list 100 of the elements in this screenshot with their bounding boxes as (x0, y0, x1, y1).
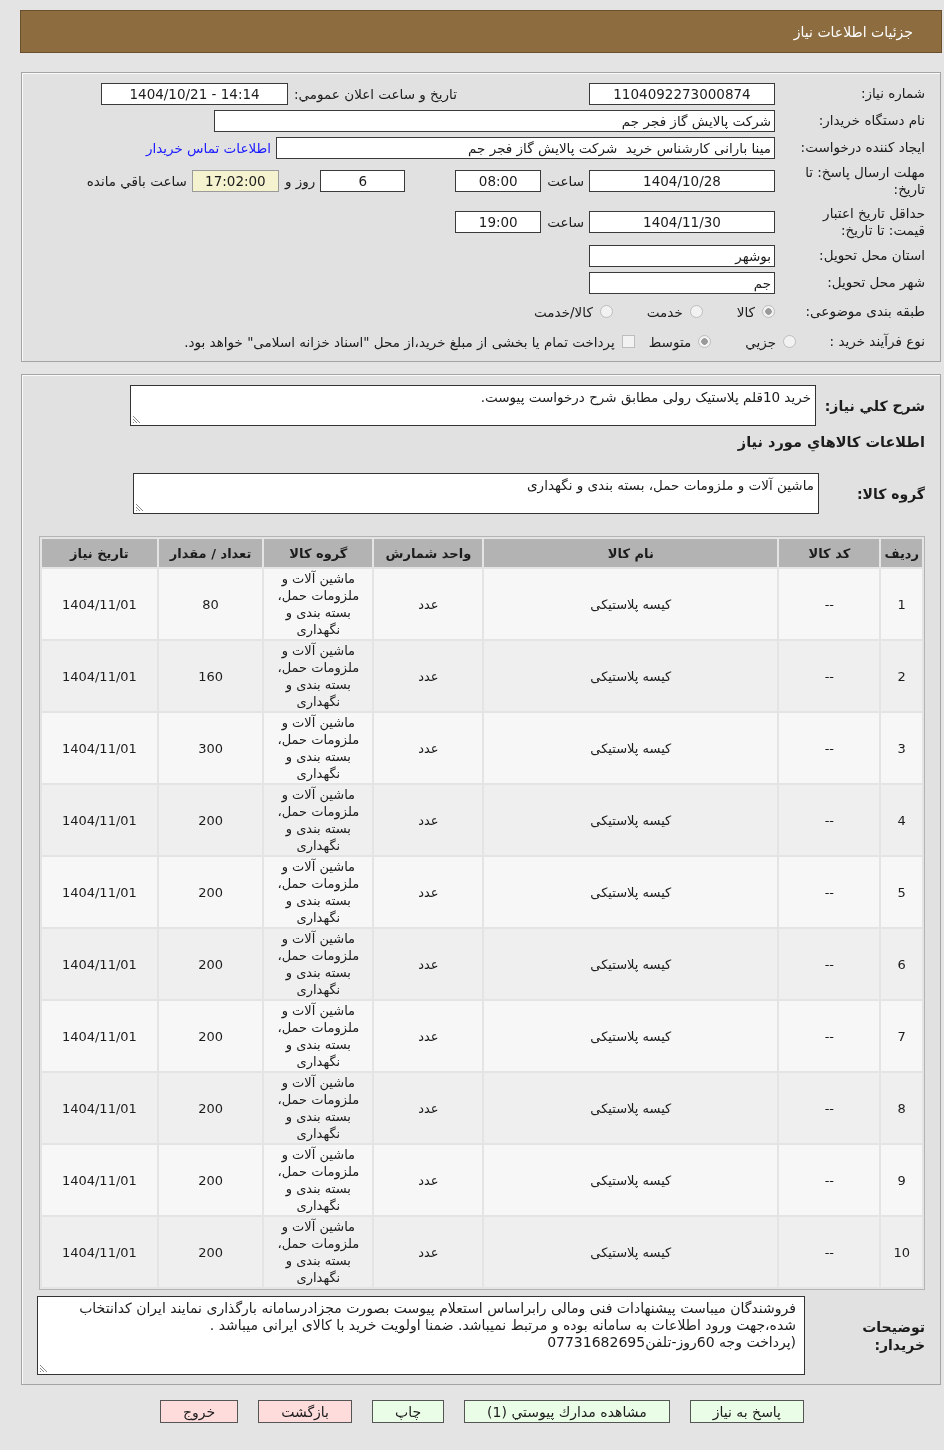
table-cell: 1404/11/01 (42, 1145, 157, 1215)
summary-field[interactable]: خرید 10قلم پلاستیک رولی مطابق شرح درخواست پیوست. (130, 385, 816, 426)
action-button[interactable]: خروج (159, 1400, 239, 1423)
table-cell: کیسه پلاستیکی (484, 1217, 778, 1287)
buyer-org-field[interactable]: شرکت پالایش گاز فجر جم (214, 109, 775, 132)
table-cell: 160 (158, 641, 263, 711)
table-cell: کیسه پلاستیکی (484, 1073, 778, 1143)
table-cell: 1404/11/01 (42, 785, 157, 855)
table-cell: ماشین آلات و ملزومات حمل، بسته بندی و نگهداری (264, 785, 373, 855)
table-cell: -- (779, 1217, 880, 1287)
table-cell: ماشین آلات و ملزومات حمل، بسته بندی و نگهداری (264, 857, 373, 927)
table-cell: ماشین آلات و ملزومات حمل، بسته بندی و نگهداری (264, 569, 373, 639)
action-button[interactable]: چاپ (372, 1400, 445, 1423)
table-cell: 80 (158, 569, 263, 639)
action-button[interactable]: پاسخ به نیاز (689, 1400, 805, 1423)
table-cell: ماشین آلات و ملزومات حمل، بسته بندی و نگهداری (264, 713, 373, 783)
table-cell: کیسه پلاستیکی (484, 857, 778, 927)
field-label: حداقل تاریخ اعتبار قیمت: تا تاریخ: (821, 204, 925, 239)
checkbox-label: پرداخت تمام یا بخشی از مبلغ خرید،از محل "اسناد خزانه اسلامی" خواهد بود. (184, 333, 615, 350)
city-field[interactable]: جم (589, 271, 775, 294)
table-cell: -- (779, 713, 880, 783)
goods-group-field[interactable]: ماشین آلات و ملزومات حمل، بسته بندی و نگهداری (133, 473, 819, 514)
table-cell: کیسه پلاستیکی (484, 713, 778, 783)
announce-date-field[interactable]: 1404/10/21 - 14:14 (101, 82, 289, 105)
field-label: ساعت (547, 173, 584, 189)
action-button[interactable]: بازگشت (258, 1400, 352, 1423)
field-label: ایجاد کننده درخواست: (799, 139, 925, 156)
field-label: نام دستگاه خریدار: (817, 112, 925, 129)
table-cell: 1404/11/01 (42, 1073, 157, 1143)
option-label: کالا/خدمت (534, 303, 593, 320)
table-cell: 300 (158, 713, 263, 783)
table-cell: 1 (881, 569, 922, 639)
table-cell: 1404/11/01 (42, 857, 157, 927)
deadline-date-field[interactable]: 1404/10/28 (589, 170, 775, 192)
table-cell: 200 (158, 1073, 263, 1143)
table-cell: 4 (881, 785, 922, 855)
column-header: ردیف (881, 539, 922, 567)
table-cell: کیسه پلاستیکی (484, 785, 778, 855)
table-cell: ماشین آلات و ملزومات حمل، بسته بندی و نگهداری (264, 929, 373, 999)
table-cell: -- (779, 929, 880, 999)
table-cell: ماشین آلات و ملزومات حمل، بسته بندی و نگهداری (264, 1217, 373, 1287)
table-cell: عدد (374, 929, 483, 999)
table-cell: -- (779, 1145, 880, 1215)
table-cell: کیسه پلاستیکی (484, 1145, 778, 1215)
table-cell: 200 (158, 929, 263, 999)
table-cell: 6 (881, 929, 922, 999)
table-cell: ماشین آلات و ملزومات حمل، بسته بندی و نگهداری (264, 641, 373, 711)
table-cell: 2 (881, 641, 922, 711)
validity-date-field[interactable]: 1404/11/30 (589, 210, 775, 233)
table-cell: 10 (881, 1217, 922, 1287)
field-label: طبقه بندی موضوعی: (804, 303, 925, 320)
radio-button[interactable] (762, 305, 775, 318)
table-cell: 8 (881, 1073, 922, 1143)
field-label: ساعت باقي مانده (86, 173, 187, 189)
checkbox[interactable] (621, 335, 635, 348)
deadline-time-field[interactable]: 08:00 (455, 170, 542, 192)
province-field[interactable]: بوشهر (589, 244, 775, 267)
page-title: جزئیات اطلاعات نیاز (793, 23, 913, 40)
table-cell: ماشین آلات و ملزومات حمل، بسته بندی و نگهداری (264, 1001, 373, 1071)
table-cell: ماشین آلات و ملزومات حمل، بسته بندی و نگهداری (264, 1073, 373, 1143)
table-cell: 1404/11/01 (42, 569, 157, 639)
field-label: روز و (284, 173, 316, 189)
field-label: ساعت (547, 213, 584, 230)
field-label: شهر محل تحویل: (826, 274, 925, 291)
requester-field[interactable]: مینا بارانی کارشناس خرید شرکت پالایش گاز فجر جم (276, 136, 775, 159)
radio-button[interactable] (599, 305, 613, 318)
table-cell: 200 (158, 1001, 263, 1071)
action-button[interactable]: مشاهده مدارك پيوستي (1) (464, 1400, 670, 1423)
table-cell: ماشین آلات و ملزومات حمل، بسته بندی و نگهداری (264, 1145, 373, 1215)
resize-grip-icon[interactable] (40, 1364, 48, 1372)
table-cell: 200 (158, 1217, 263, 1287)
resize-grip-icon[interactable] (133, 415, 141, 423)
need-number-field[interactable]: 1104092273000874 (589, 82, 775, 105)
table-cell: عدد (374, 641, 483, 711)
validity-time-field[interactable]: 19:00 (455, 210, 542, 233)
days-left-field[interactable]: 6 (320, 170, 406, 192)
table-cell: -- (779, 1073, 880, 1143)
radio-button[interactable] (783, 335, 796, 348)
table-cell: 1404/11/01 (42, 713, 157, 783)
field-label: توضیحات خریدار: (861, 1317, 925, 1354)
radio-button[interactable] (698, 335, 712, 348)
option-label: خدمت (646, 303, 683, 320)
contact-info-link[interactable]: اطلاعات تماس خریدار (145, 139, 271, 156)
table-cell: 7 (881, 1001, 922, 1071)
column-header: کد کالا (779, 539, 880, 567)
table-cell: 200 (158, 857, 263, 927)
column-header: گروه کالا (264, 539, 373, 567)
field-label: استان محل تحویل: (818, 247, 925, 264)
radio-button[interactable] (689, 305, 703, 318)
column-header: تعداد / مقدار (158, 539, 263, 567)
table-cell: کیسه پلاستیکی (484, 569, 778, 639)
table-cell: 5 (881, 857, 922, 927)
table-cell: عدد (374, 1073, 483, 1143)
column-header: تاریخ نیاز (42, 539, 157, 567)
resize-grip-icon[interactable] (136, 503, 144, 511)
buyer-notes-field[interactable]: فروشندگان میباست پیشنهادات فنی ومالی رابراساس استعلام پیوست بصورت مجزادرسامانه بارگذاری نمایند ایران کدانتخاب شده،جهت ورود اطلاعات به سامانه بوده و مرتبط نمیباشد. ضمنا اولویت خرید با کالای ایرانی میباشد . (پرداخت وجه 60روز-تلفن07731682695 (37, 1296, 805, 1375)
table-cell: عدد (374, 1217, 483, 1287)
table-cell: -- (779, 857, 880, 927)
table-cell: عدد (374, 857, 483, 927)
table-cell: کیسه پلاستیکی (484, 641, 778, 711)
